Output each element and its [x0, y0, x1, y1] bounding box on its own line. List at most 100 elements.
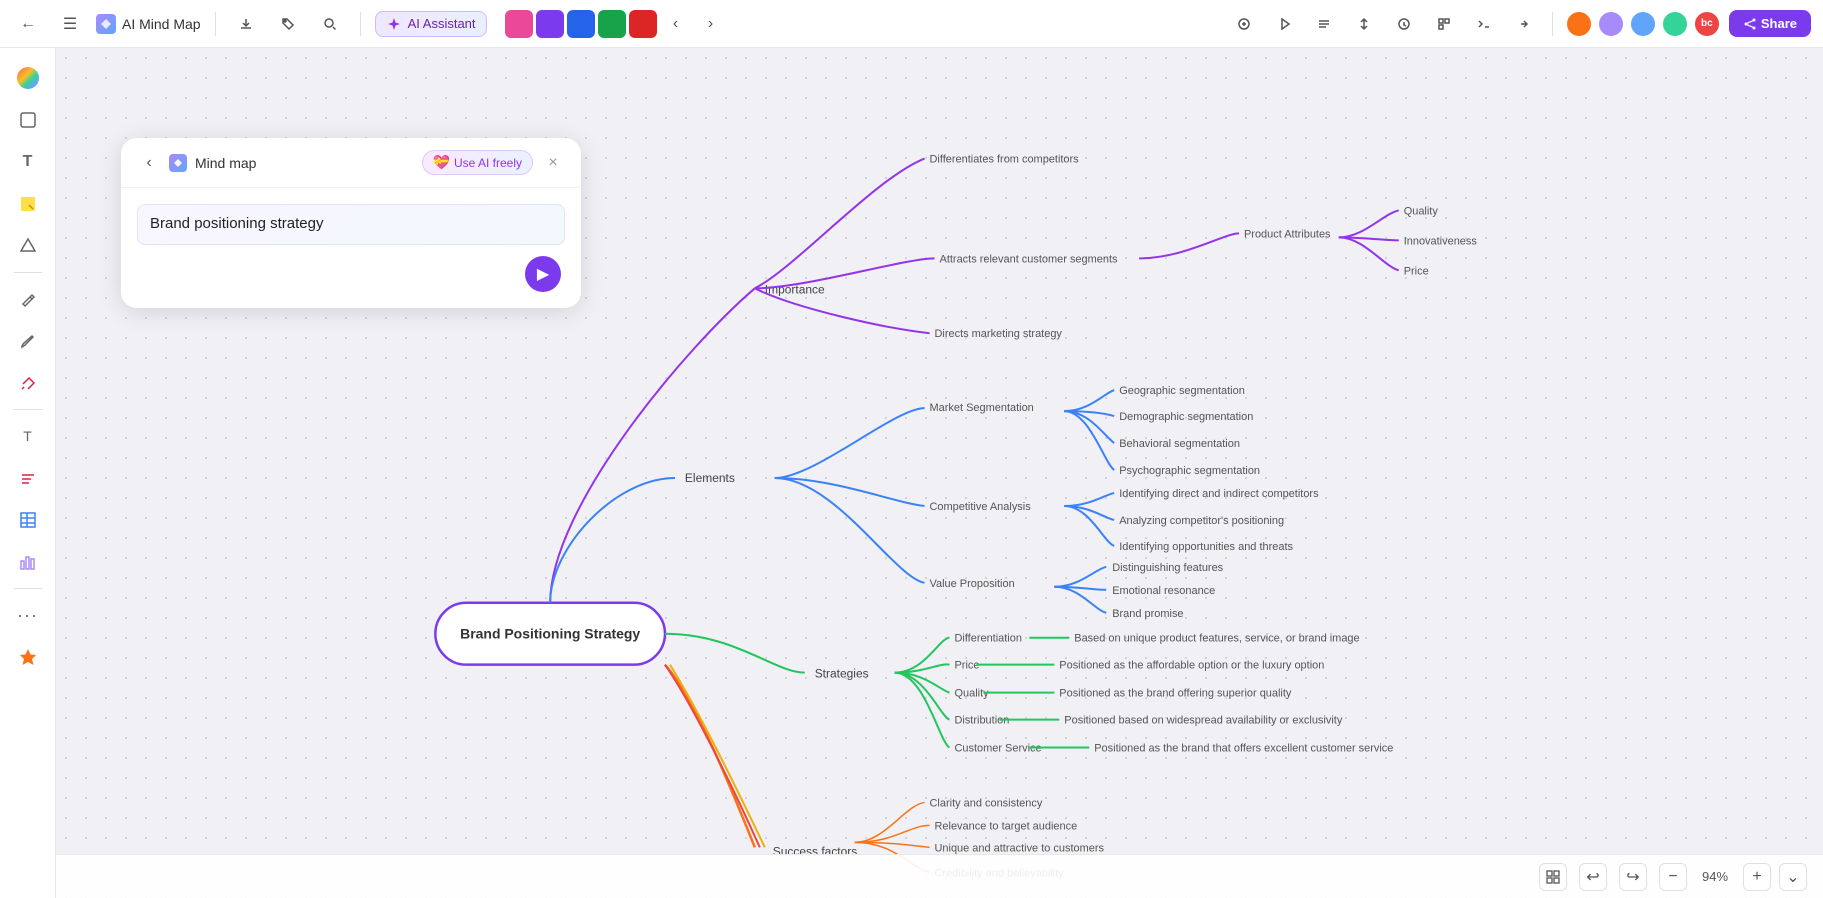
collab-icon-2 — [536, 10, 564, 38]
sidebar-shapes-icon[interactable] — [10, 228, 46, 264]
brand-promise-label: Brand promise — [1112, 608, 1183, 620]
toolbar-right-btn-4[interactable] — [1348, 8, 1380, 40]
avatar-4 — [1661, 10, 1689, 38]
curve-quality — [1339, 210, 1399, 237]
panel-title: Mind map — [195, 155, 256, 171]
sidebar-chart-icon[interactable] — [10, 544, 46, 580]
geo-label: Geographic segmentation — [1119, 385, 1245, 397]
attracts-label: Attracts relevant customer segments — [940, 253, 1119, 265]
zoom-out-icon: − — [1668, 868, 1677, 886]
toolbar-right-btn-6[interactable] — [1428, 8, 1460, 40]
left-sidebar: T T ··· — [0, 48, 56, 898]
zoom-in-button[interactable]: + — [1743, 863, 1771, 891]
quality-label: Quality — [1404, 205, 1439, 217]
toolbar-right-btn-3[interactable] — [1308, 8, 1340, 40]
layout-icon-btn[interactable] — [1539, 863, 1567, 891]
panel-content-text: Brand positioning strategy — [150, 215, 323, 232]
panel-header: ‹ Mind map 💝 Use AI freely × — [121, 138, 581, 188]
opps-label: Identifying opportunities and threats — [1119, 541, 1293, 553]
dist-label: Distinguishing features — [1112, 562, 1223, 574]
sidebar-eraser-icon[interactable] — [10, 365, 46, 401]
toolbar-right-btn-7[interactable] — [1468, 8, 1500, 40]
download-button[interactable] — [230, 8, 262, 40]
send-icon: ▶ — [537, 264, 549, 284]
panel-header-left: ‹ Mind map — [137, 151, 256, 175]
search-button[interactable] — [314, 8, 346, 40]
clarity-label: Clarity and consistency — [930, 797, 1043, 809]
diff-strat-detail: Based on unique product features, servic… — [1074, 633, 1359, 645]
sidebar-divider-1 — [14, 272, 42, 273]
curve-dist — [1054, 567, 1106, 587]
center-node-label: Brand Positioning Strategy — [460, 626, 640, 642]
sidebar-text-icon[interactable]: T — [10, 144, 46, 180]
unique-label: Unique and attractive to customers — [935, 842, 1105, 854]
close-icon: × — [548, 154, 557, 172]
sidebar-text2-icon[interactable]: T — [10, 418, 46, 454]
text2-symbol: T — [23, 428, 32, 444]
zoom-dropdown-button[interactable]: ⌄ — [1779, 863, 1807, 891]
price-strat-detail: Positioned as the affordable option or t… — [1059, 660, 1324, 672]
panel-logo — [169, 154, 187, 172]
avatar-3 — [1629, 10, 1657, 38]
panel-back-button[interactable]: ‹ — [137, 151, 161, 175]
curve-value-prop — [775, 478, 925, 583]
mind-map-panel: ‹ Mind map 💝 Use AI freely × Brand posit… — [121, 138, 581, 308]
back-button[interactable]: ← — [12, 8, 44, 40]
sidebar-more-icon[interactable]: ··· — [10, 597, 46, 633]
zoom-in-icon: + — [1752, 868, 1761, 886]
color-wheel — [17, 67, 39, 89]
curve-brand-promise — [1054, 587, 1106, 613]
toolbar-right-btn-2[interactable] — [1268, 8, 1300, 40]
sidebar-pen-icon[interactable] — [10, 281, 46, 317]
sidebar-palette-icon[interactable] — [10, 60, 46, 96]
curve-market-seg — [775, 408, 925, 478]
panel-send-button[interactable]: ▶ — [525, 256, 561, 292]
tag-button[interactable] — [272, 8, 304, 40]
user-avatars: bc — [1565, 10, 1721, 38]
customer-service-detail: Positioned as the brand that offers exce… — [1094, 743, 1393, 755]
zoom-out-button[interactable]: − — [1659, 863, 1687, 891]
curve-price — [1339, 237, 1399, 270]
panel-header-right: 💝 Use AI freely × — [422, 150, 565, 175]
sidebar-brand-icon[interactable] — [10, 639, 46, 675]
toolbar-left: ← ☰ AI Mind Map AI Assistant — [12, 8, 1220, 40]
sidebar-sticky-icon[interactable] — [10, 186, 46, 222]
differentiates-label: Differentiates from competitors — [930, 154, 1080, 166]
curve-behav — [1064, 411, 1114, 443]
curve-prod-attr-line — [1139, 233, 1239, 258]
collab-icon-4 — [598, 10, 626, 38]
curve-diff — [755, 159, 925, 289]
undo-button[interactable]: ↩ — [1579, 863, 1607, 891]
demo-label: Demographic segmentation — [1119, 411, 1253, 423]
divider-2 — [360, 12, 361, 36]
share-button[interactable]: Share — [1729, 10, 1811, 37]
customer-service-label: Customer Service — [954, 743, 1041, 755]
curve-geo — [1064, 390, 1114, 411]
sidebar-frame-icon[interactable] — [10, 102, 46, 138]
toolbar-right-btn-1[interactable] — [1228, 8, 1260, 40]
menu-button[interactable]: ☰ — [54, 8, 86, 40]
panel-close-button[interactable]: × — [541, 151, 565, 175]
text-symbol: T — [23, 153, 33, 171]
ai-assistant-button[interactable]: AI Assistant — [375, 11, 487, 37]
curve-relevance — [855, 825, 930, 842]
emo-label: Emotional resonance — [1112, 585, 1215, 597]
redo-button[interactable]: ↪ — [1619, 863, 1647, 891]
behav-label: Behavioral segmentation — [1119, 438, 1240, 450]
curve-importance — [550, 288, 755, 602]
ai-freely-button[interactable]: 💝 Use AI freely — [422, 150, 533, 175]
directs-label: Directs marketing strategy — [935, 328, 1063, 340]
price-strat-label: Price — [954, 660, 979, 672]
chevron-right-collab[interactable]: › — [695, 8, 727, 40]
toolbar-right-btn-5[interactable] — [1388, 8, 1420, 40]
sidebar-brush-icon[interactable] — [10, 323, 46, 359]
canvas[interactable]: ‹ Mind map 💝 Use AI freely × Brand posit… — [56, 48, 1823, 898]
market-seg-label: Market Segmentation — [930, 402, 1034, 414]
sidebar-table-icon[interactable] — [10, 502, 46, 538]
chevron-left-collab[interactable]: ‹ — [660, 8, 692, 40]
app-logo — [96, 14, 116, 34]
sidebar-list-icon[interactable] — [10, 460, 46, 496]
toolbar-right-btn-8[interactable] — [1508, 8, 1540, 40]
collab-icon-1 — [505, 10, 533, 38]
elements-label: Elements — [685, 471, 735, 485]
